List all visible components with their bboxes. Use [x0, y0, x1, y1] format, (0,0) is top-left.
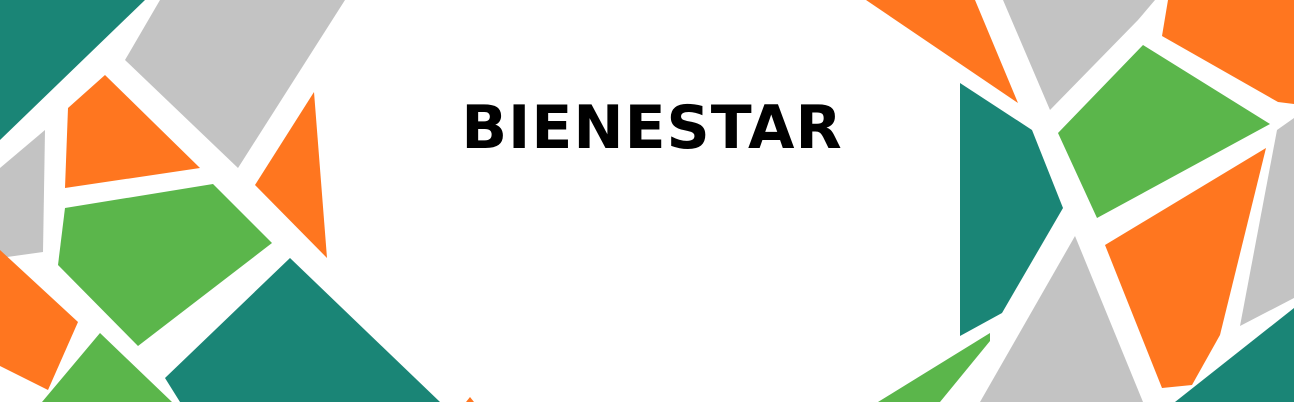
mosaic-tile [878, 333, 990, 402]
mosaic-tile [0, 130, 45, 258]
page-title: BIENESTAR [461, 93, 843, 163]
mosaic-tile [1240, 118, 1294, 326]
bienestar-banner: BIENESTAR [0, 0, 1294, 402]
left-mosaic-cluster [0, 0, 474, 402]
mosaic-tile [466, 397, 474, 402]
mosaic-tile [866, 0, 1018, 103]
decorative-mosaic [0, 0, 1294, 402]
right-mosaic-cluster [866, 0, 1294, 402]
